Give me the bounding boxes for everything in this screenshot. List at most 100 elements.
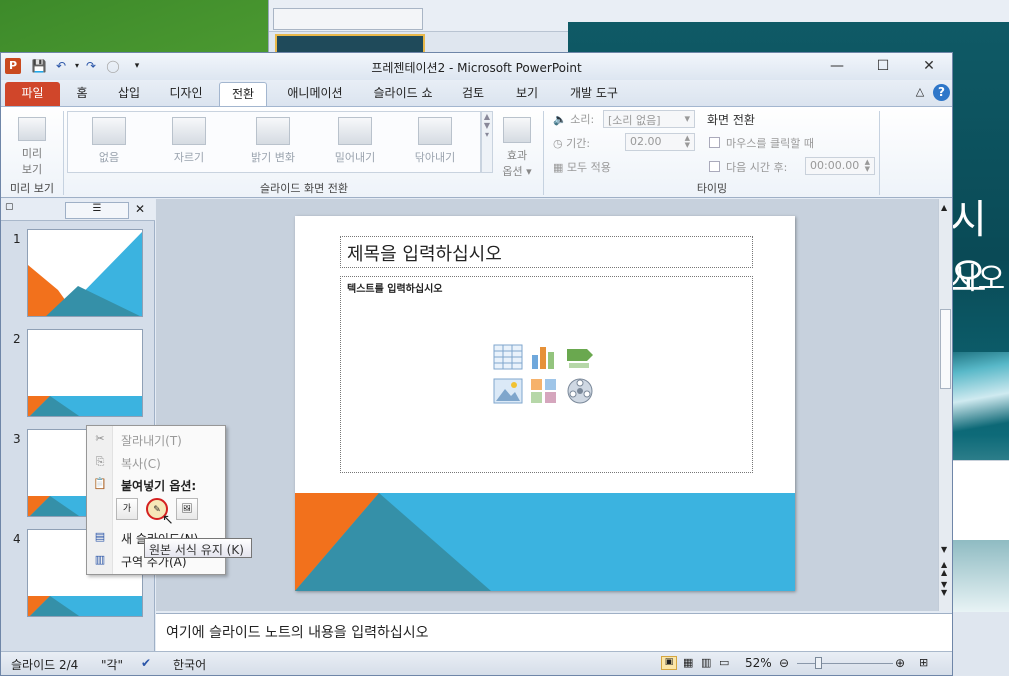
transition-none[interactable]: 없음 [73, 111, 145, 171]
content-placeholder-text: 텍스트를 입력하십시오 [347, 284, 443, 295]
preview-label-line1: 미리 [21, 147, 43, 160]
zoom-slider-track[interactable] [797, 663, 893, 664]
scroll-down-icon[interactable]: ▼ [941, 545, 947, 554]
after-label: 다음 시간 후: [726, 161, 788, 174]
fit-to-window-icon[interactable]: ⊞ [919, 656, 928, 669]
slide-sorter-icon[interactable]: ▦ [683, 656, 693, 669]
minimize-ribbon-icon[interactable]: △ [913, 85, 927, 99]
title-bar: P 💾 ↶ ▾ ↷ ◯ ▾ 프레젠테이션2 - Microsoft PowerP… [1, 53, 952, 80]
effect-options-button[interactable]: 효과 옵션 ▾ [497, 111, 537, 178]
clock-icon: ◷ [553, 137, 563, 150]
theme-name: "각" [101, 658, 124, 672]
apply-all-icon: ▦ [553, 161, 564, 174]
ribbon-body: 미리 보기 미리 보기 없음 자르기 밝기 변화 밀어내기 닦아내기 ▲▼▾ [1, 106, 952, 198]
slide-thumbnail-1[interactable] [27, 229, 143, 317]
ribbon-tabs: 파일 홈 삽입 디자인 전환 애니메이션 슬라이드 쇼 검토 보기 개발 도구 … [1, 80, 952, 106]
scroll-up-icon[interactable]: ▲ [941, 203, 947, 212]
paste-as-picture-button[interactable]: 🖼 [176, 498, 198, 520]
vertical-scrollbar[interactable]: ▲ ▼ ▲ ▲ ▼ ▼ [938, 199, 952, 611]
tab-view[interactable]: 보기 [507, 82, 547, 106]
tab-slideshow[interactable]: 슬라이드 쇼 [365, 82, 441, 106]
advance-slide-title: 화면 전환 [707, 113, 755, 127]
paste-use-destination-theme-button[interactable]: 가 [116, 498, 138, 520]
slide-thumbnail-2[interactable] [27, 329, 143, 417]
help-icon[interactable]: ? [933, 84, 950, 101]
chevron-down-icon: ▾ [684, 112, 690, 125]
effect-options-label-line1: 효과 [506, 149, 528, 162]
background-slide-subtitle: 시오 [950, 262, 1006, 297]
minimize-button[interactable]: — [814, 53, 860, 79]
slide-counter: 슬라이드 2/4 [11, 658, 79, 672]
paste-icon: 📋 [93, 477, 107, 490]
language-indicator[interactable]: 한국어 [173, 656, 206, 673]
slides-tab[interactable]: ▢ [5, 202, 65, 219]
slide-number: 1 [13, 232, 21, 246]
menu-item-copy[interactable]: 복사(C) [121, 455, 161, 472]
transition-cut-icon [172, 117, 206, 145]
insert-chart-icon[interactable] [529, 343, 559, 371]
previous-slide-icon[interactable]: ▲ ▲ [941, 561, 947, 577]
sound-label: 소리: [570, 113, 595, 126]
transition-fade[interactable]: 밝기 변화 [237, 111, 309, 171]
outline-tab[interactable]: ☰ [65, 202, 129, 219]
transition-wipe[interactable]: 닦아내기 [399, 111, 471, 171]
on-click-label: 마우스를 클릭할 때 [726, 137, 814, 150]
close-pane-icon[interactable]: ✕ [135, 202, 145, 216]
slide-1-graphic [28, 232, 142, 316]
content-placeholder[interactable]: 텍스트를 입력하십시오 [340, 276, 753, 473]
duration-label-row: ◷ 기간: [553, 135, 590, 151]
background-pane-tabs [273, 8, 423, 30]
insert-picture-icon[interactable] [493, 377, 523, 405]
window-title: 프레젠테이션2 - Microsoft PowerPoint [371, 61, 582, 75]
next-slide-icon[interactable]: ▼ ▼ [941, 581, 947, 597]
insert-smartart-icon[interactable] [565, 343, 595, 371]
sound-label-row: 🔈 소리: [553, 111, 594, 127]
insert-media-icon[interactable] [565, 377, 595, 405]
transition-none-label: 없음 [98, 151, 120, 164]
preview-button[interactable]: 미리 보기 [3, 111, 61, 176]
preview-group-label: 미리 보기 [10, 182, 54, 195]
menu-item-cut[interactable]: 잘라내기(T) [121, 432, 182, 449]
tab-animations[interactable]: 애니메이션 [277, 82, 353, 106]
spelling-check-icon[interactable]: ✔ [141, 656, 151, 670]
zoom-out-icon[interactable]: ⊖ [779, 656, 789, 670]
tab-review[interactable]: 검토 [453, 82, 493, 106]
insert-clipart-icon[interactable] [529, 377, 559, 405]
tab-developer[interactable]: 개발 도구 [561, 82, 627, 106]
zoom-level[interactable]: 52% [745, 656, 772, 670]
ribbon-divider [879, 111, 880, 195]
tab-insert[interactable]: 삽입 [109, 82, 149, 106]
sound-dropdown[interactable]: [소리 없음] ▾ [603, 110, 695, 128]
notes-pane[interactable]: 여기에 슬라이드 노트의 내용을 입력하십시오 [156, 613, 952, 651]
transition-push[interactable]: 밀어내기 [319, 111, 391, 171]
apply-all-label: 모두 적용 [566, 161, 611, 174]
tab-design[interactable]: 디자인 [161, 82, 211, 106]
checkbox-icon [709, 137, 720, 148]
transition-cut[interactable]: 자르기 [153, 111, 225, 171]
spinner-icon: ▲ ▼ [684, 134, 690, 149]
insert-table-icon[interactable] [493, 343, 523, 371]
transition-push-label: 밀어내기 [334, 151, 376, 164]
after-time-stepper[interactable]: 00:00.00 ▲ ▼ [805, 157, 875, 175]
duration-stepper[interactable]: 02.00 ▲ ▼ [625, 133, 695, 151]
after-checkbox[interactable]: 다음 시간 후: [709, 159, 787, 175]
background-panel [953, 460, 1009, 540]
maximize-button[interactable]: ☐ [860, 53, 906, 79]
title-placeholder[interactable]: 제목을 입력하십시오 [340, 236, 753, 268]
normal-view-icon[interactable]: ▣ [661, 656, 677, 670]
tab-file[interactable]: 파일 [5, 82, 60, 106]
current-slide[interactable]: 제목을 입력하십시오 텍스트를 입력하십시오 [295, 216, 795, 591]
gallery-scrollbar[interactable]: ▲ ▼ ▾ [481, 111, 493, 173]
tab-transitions[interactable]: 전환 [219, 82, 267, 106]
tab-home[interactable]: 홈 [67, 82, 97, 106]
reading-view-icon[interactable]: ▥ [701, 656, 711, 669]
transition-wipe-label: 닦아내기 [414, 151, 456, 164]
preview-icon [18, 117, 46, 141]
slideshow-view-icon[interactable]: ▭ [719, 656, 729, 669]
zoom-slider-handle[interactable] [815, 657, 822, 669]
close-button[interactable]: ✕ [906, 53, 952, 79]
apply-all-button[interactable]: ▦ 모두 적용 [553, 159, 611, 175]
zoom-in-icon[interactable]: ⊕ [895, 656, 905, 670]
scrollbar-thumb[interactable] [940, 309, 951, 389]
on-click-checkbox[interactable]: 마우스를 클릭할 때 [709, 135, 814, 151]
